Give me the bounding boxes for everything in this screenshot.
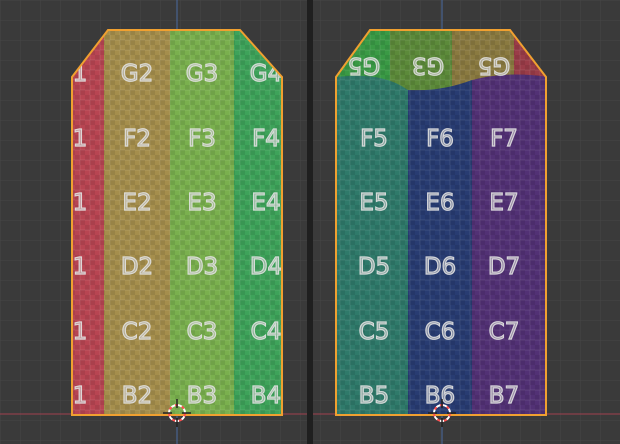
- uv-cell-label: D2: [121, 254, 153, 280]
- uv-cell-label: G2: [121, 61, 153, 87]
- uv-cell-label: G5: [478, 52, 510, 78]
- uv-cell-label: F3: [188, 126, 216, 152]
- uv-cell-label: E6: [425, 190, 454, 216]
- uv-cell-label: E4: [251, 190, 280, 216]
- uv-cell-label: D5: [358, 254, 390, 280]
- uv-cell-label: G3: [412, 52, 444, 78]
- uv-cell-label: E2: [122, 190, 151, 216]
- uv-cell-label: B4: [251, 383, 281, 409]
- uv-cell-label: 1: [73, 190, 88, 216]
- uv-cell-label: D4: [250, 254, 282, 280]
- uv-cell-label: C5: [359, 319, 390, 345]
- uv-cell-label: F6: [426, 126, 454, 152]
- uv-cell-label: F7: [490, 126, 518, 152]
- texture-grid-right: [336, 30, 546, 415]
- uv-cell-label: E3: [187, 190, 216, 216]
- uv-editor-area[interactable]: 1 G2 G3 G4 1 F2 F3 F4 1 E2 E3 E4 1 D2 D3 D4 1 C2 C3 C4 1 B2 B3…: [0, 0, 620, 444]
- uv-island-right[interactable]: G5 G3 G5 F5 F6 F7E5 E6 E7D5 D6 D7C5 C6 C7B5 B6 B7: [330, 20, 554, 420]
- uv-cell-label: G3: [186, 61, 218, 87]
- uv-cell-label: F5: [360, 126, 388, 152]
- uv-cell-label: G5: [348, 52, 380, 78]
- uv-cell-label: B7: [489, 383, 519, 409]
- uv-cell-label: C6: [425, 319, 456, 345]
- uv-cell-label: B3: [187, 383, 217, 409]
- uv-cell-label: C3: [187, 319, 218, 345]
- viewport-divider[interactable]: [307, 0, 313, 444]
- uv-cell-label: C7: [489, 319, 520, 345]
- uv-cell-label: C2: [122, 319, 153, 345]
- uv-cell-label: 1: [73, 254, 88, 280]
- uv-cell-label: D7: [488, 254, 520, 280]
- uv-cell-label: B5: [359, 383, 389, 409]
- uv-cell-label: B2: [122, 383, 152, 409]
- uv-cell-label: E7: [489, 190, 518, 216]
- uv-cell-label: C4: [251, 319, 282, 345]
- uv-editor-canvas[interactable]: 1 G2 G3 G41 F2 F3 F41 E2 E3 E41 D2 D3 D41 C2 C3 C41 B2 B3…: [0, 0, 620, 444]
- uv-cell-label: E5: [359, 190, 388, 216]
- uv-cell-label: F4: [252, 126, 280, 152]
- uv-cell-label: D3: [186, 254, 218, 280]
- uv-cell-label: 1: [73, 319, 88, 345]
- uv-cell-label: D6: [424, 254, 456, 280]
- uv-cell-label: 1: [73, 126, 88, 152]
- uv-island-left[interactable]: 1 G2 G3 G41 F2 F3 F41 E2 E3 E41 D2 D3 D41 C2 C3 C41 B2 B3…: [60, 20, 294, 420]
- uv-cell-label: F2: [123, 126, 151, 152]
- uv-cell-label: 1: [73, 383, 88, 409]
